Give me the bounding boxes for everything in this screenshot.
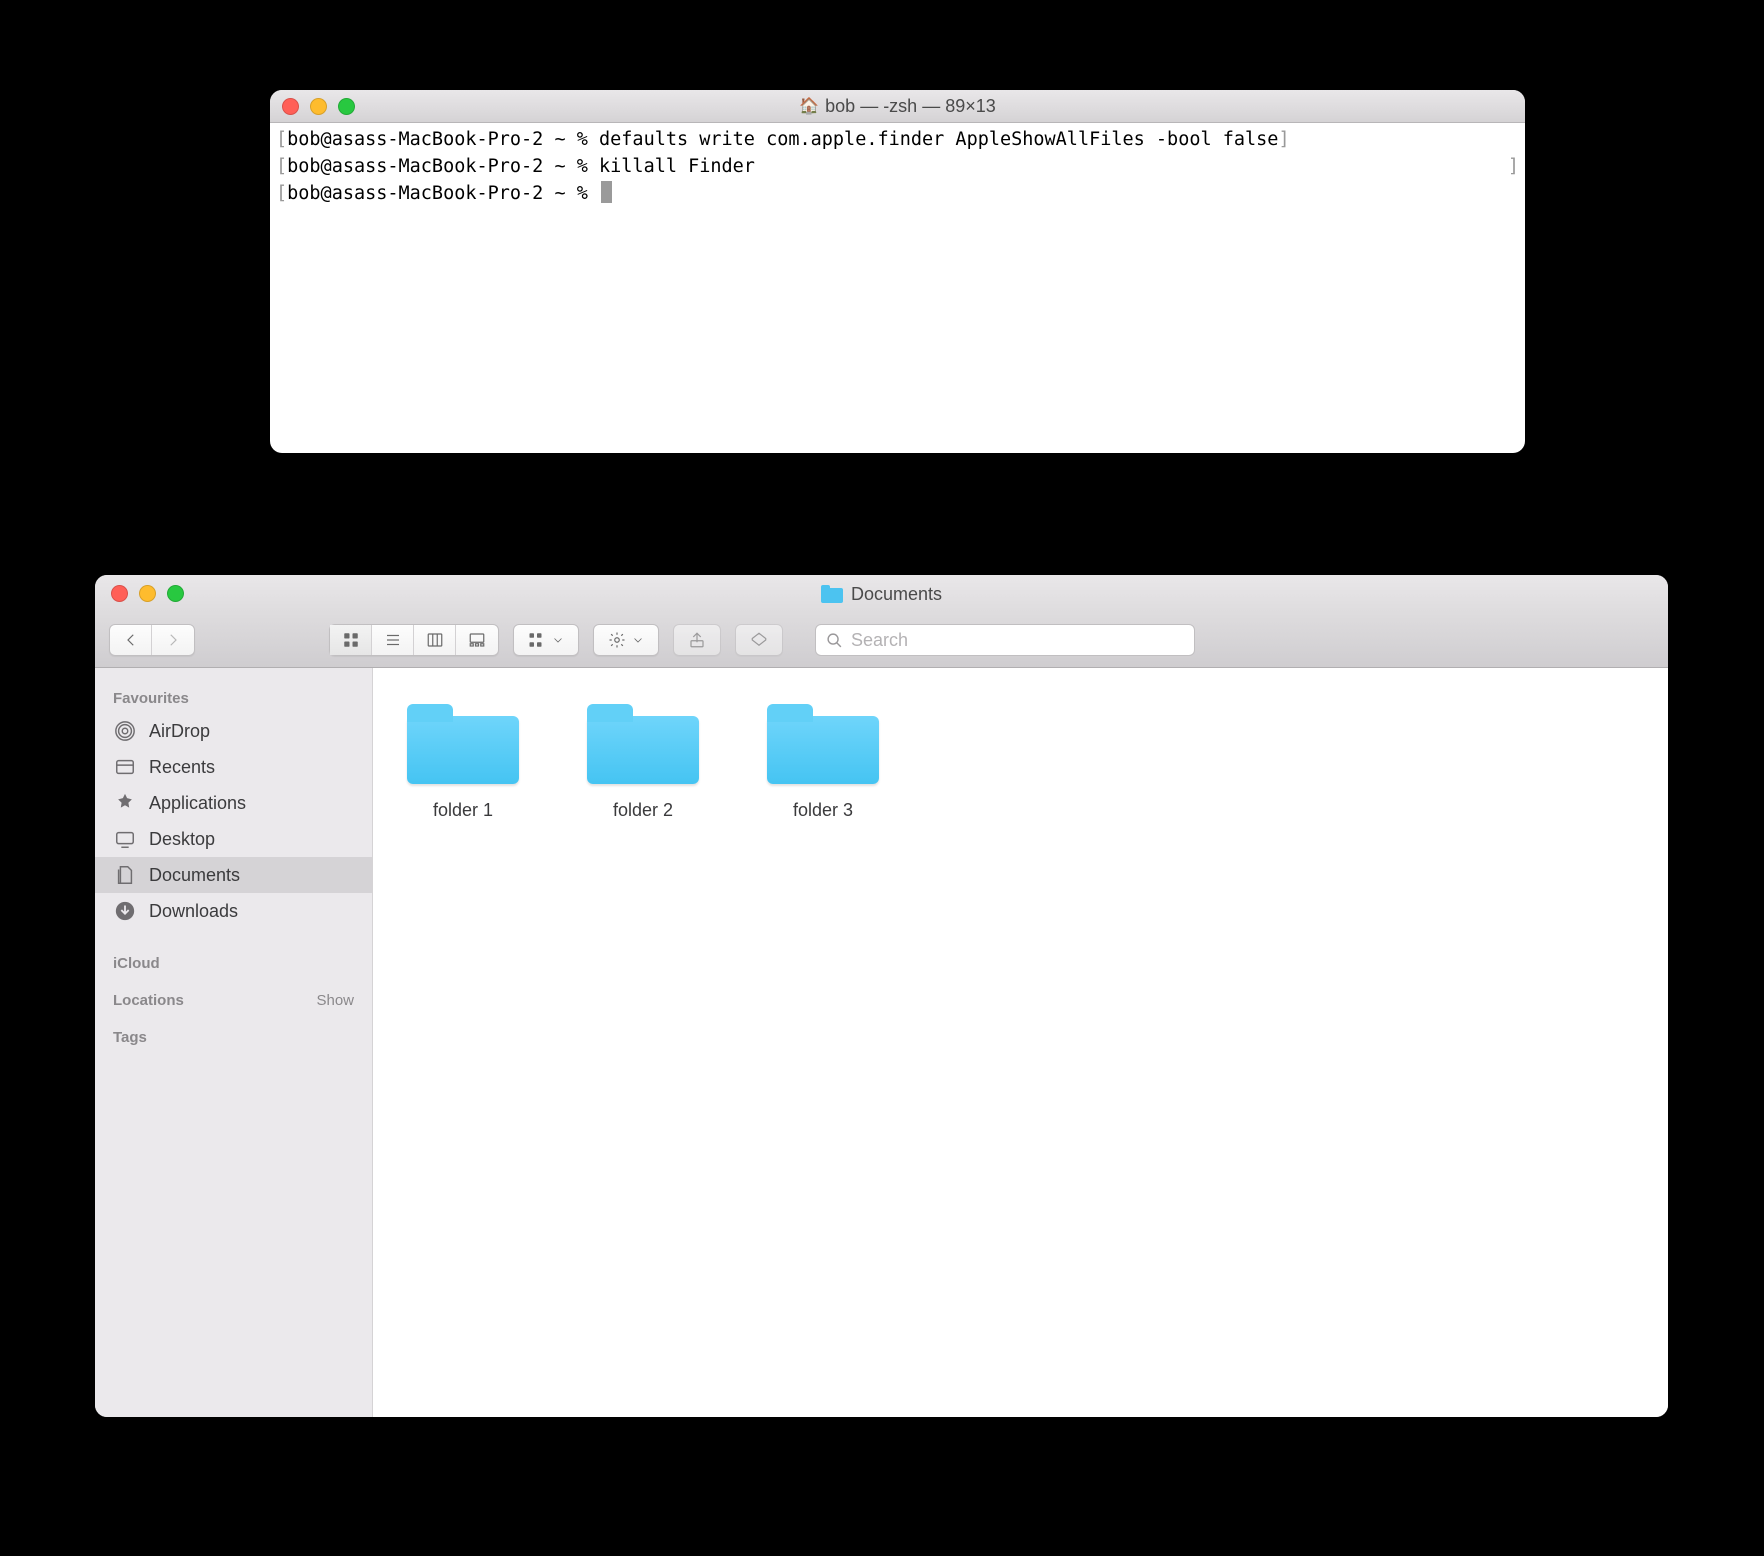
locations-show-button[interactable]: Show <box>316 992 354 1009</box>
sidebar-item-documents[interactable]: Documents <box>95 857 372 893</box>
prompt: bob@asass-MacBook-Pro-2 ~ % <box>287 129 588 150</box>
sidebar-item-recents[interactable]: Recents <box>95 749 372 785</box>
back-button[interactable] <box>110 625 152 655</box>
minimize-icon[interactable] <box>139 585 156 602</box>
terminal-titlebar[interactable]: 🏠 bob — -zsh — 89×13 <box>270 90 1525 123</box>
sidebar-item-label: AirDrop <box>149 721 210 742</box>
downloads-icon <box>113 900 137 922</box>
finder-title: Documents <box>821 584 942 605</box>
prompt: bob@asass-MacBook-Pro-2 ~ % <box>287 183 588 204</box>
traffic-lights <box>282 98 355 115</box>
folder-icon <box>763 698 883 788</box>
share-button[interactable] <box>673 624 721 656</box>
forward-button[interactable] <box>152 625 194 655</box>
desktop-icon <box>113 828 137 850</box>
prompt: bob@asass-MacBook-Pro-2 ~ % <box>287 156 588 177</box>
finder-content-area[interactable]: folder 1 folder 2 folder 3 <box>373 668 1668 1417</box>
folder-icon <box>821 585 843 603</box>
documents-icon <box>113 864 137 886</box>
search-field[interactable] <box>815 624 1195 656</box>
sidebar-item-downloads[interactable]: Downloads <box>95 893 372 929</box>
zoom-icon[interactable] <box>167 585 184 602</box>
tags-button[interactable] <box>735 624 783 656</box>
view-columns-button[interactable] <box>414 625 456 655</box>
home-icon: 🏠 <box>799 96 819 116</box>
action-button[interactable] <box>593 624 659 656</box>
folder-icon <box>403 698 523 788</box>
finder-title-text: Documents <box>851 584 942 605</box>
folder-item[interactable]: folder 3 <box>753 698 893 821</box>
cmd-0: defaults write com.apple.finder AppleSho… <box>599 129 1278 150</box>
view-gallery-button[interactable] <box>456 625 498 655</box>
recents-icon <box>113 756 137 778</box>
search-icon <box>826 632 843 649</box>
sidebar-item-airdrop[interactable]: AirDrop <box>95 713 372 749</box>
sidebar-item-label: Applications <box>149 793 246 814</box>
sidebar-item-label: Documents <box>149 865 240 886</box>
folder-item[interactable]: folder 2 <box>573 698 713 821</box>
folder-item[interactable]: folder 1 <box>393 698 533 821</box>
cmd-1: killall Finder <box>599 156 755 177</box>
terminal-body[interactable]: [bob@asass-MacBook-Pro-2 ~ % defaults wr… <box>270 123 1525 453</box>
sidebar-item-label: Desktop <box>149 829 215 850</box>
finder-titlebar[interactable]: Documents <box>95 575 1668 613</box>
search-input[interactable] <box>851 630 1184 651</box>
sidebar-heading-icloud[interactable]: iCloud <box>95 947 372 978</box>
zoom-icon[interactable] <box>338 98 355 115</box>
finder-toolbar <box>95 613 1668 668</box>
arrange-button[interactable] <box>513 624 579 656</box>
airdrop-icon <box>113 720 137 742</box>
sidebar-item-label: Recents <box>149 757 215 778</box>
sidebar-item-label: Downloads <box>149 901 238 922</box>
close-icon[interactable] <box>282 98 299 115</box>
folder-icon <box>583 698 703 788</box>
minimize-icon[interactable] <box>310 98 327 115</box>
sidebar-heading-tags[interactable]: Tags <box>95 1021 372 1052</box>
folder-label: folder 1 <box>393 800 533 821</box>
folder-label: folder 2 <box>573 800 713 821</box>
view-list-button[interactable] <box>372 625 414 655</box>
terminal-title-text: bob — -zsh — 89×13 <box>825 96 996 117</box>
finder-sidebar: Favourites AirDrop Recents Applications … <box>95 668 373 1417</box>
finder-window: Documents <box>95 575 1668 1417</box>
folder-label: folder 3 <box>753 800 893 821</box>
nav-buttons <box>109 624 195 656</box>
terminal-title: 🏠 bob — -zsh — 89×13 <box>799 96 996 117</box>
sidebar-item-desktop[interactable]: Desktop <box>95 821 372 857</box>
sidebar-heading-favourites: Favourites <box>95 682 372 713</box>
traffic-lights <box>111 585 184 602</box>
view-mode-segment <box>329 624 499 656</box>
sidebar-item-applications[interactable]: Applications <box>95 785 372 821</box>
view-icons-button[interactable] <box>330 625 372 655</box>
sidebar-heading-locations[interactable]: Locations Show <box>95 984 372 1015</box>
cursor-icon <box>601 181 612 203</box>
terminal-window: 🏠 bob — -zsh — 89×13 [bob@asass-MacBook-… <box>270 90 1525 453</box>
applications-icon <box>113 792 137 814</box>
close-icon[interactable] <box>111 585 128 602</box>
